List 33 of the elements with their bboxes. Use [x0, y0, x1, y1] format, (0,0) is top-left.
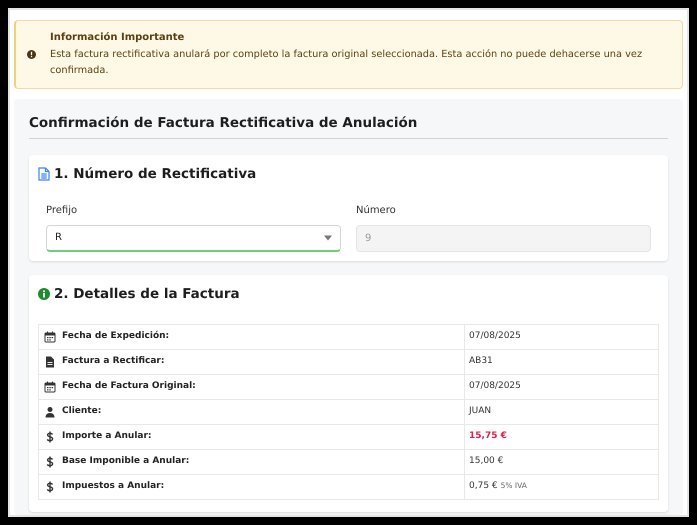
dollar-icon	[44, 480, 56, 493]
row-value: 15,75 €	[469, 431, 507, 441]
row-value: JUAN	[469, 406, 492, 416]
row-value: 0,75 €	[469, 481, 498, 491]
prefix-select[interactable]: R	[46, 224, 341, 252]
row-label: Factura a Rectificar:	[62, 355, 164, 368]
row-label: Fecha de Expedición:	[62, 330, 170, 343]
row-label: Fecha de Factura Original:	[62, 380, 196, 393]
row-value: 07/08/2025	[469, 381, 521, 391]
calendar-icon	[44, 330, 56, 343]
alert-title: Información Importante	[50, 31, 186, 45]
document-icon	[38, 167, 50, 182]
calendar-icon	[44, 380, 56, 393]
row-value: 07/08/2025	[469, 331, 521, 341]
dollar-icon	[44, 456, 56, 468]
page-title: Confirmación de Factura Rectificativa de Anulación	[29, 113, 668, 140]
caret-icon	[324, 234, 332, 240]
info-icon	[38, 288, 50, 300]
alert-message: Esta factura rectificativa anulará por completo la factura original seleccionada. Esta acción no puede dehacerse una vez confirmada.	[50, 48, 644, 78]
section-title: 1. Número de Rectificativa	[54, 165, 256, 184]
section-title: 2. Detalles de la Factura	[54, 284, 240, 304]
user-icon	[44, 406, 56, 418]
row-label: Cliente:	[62, 405, 102, 418]
field-label: Número	[356, 204, 397, 218]
row-label: Impuestos a Anular:	[62, 480, 164, 493]
row-label: Importe a Anular:	[62, 430, 152, 443]
dollar-icon	[44, 430, 56, 443]
field-label: Prefijo	[46, 204, 78, 218]
file-icon	[44, 356, 56, 368]
row-label: Base Imponible a Anular:	[62, 455, 190, 468]
exclamation-icon	[27, 50, 36, 59]
row-value: 15,00 €	[469, 456, 504, 466]
row-value: AB31	[469, 356, 493, 366]
